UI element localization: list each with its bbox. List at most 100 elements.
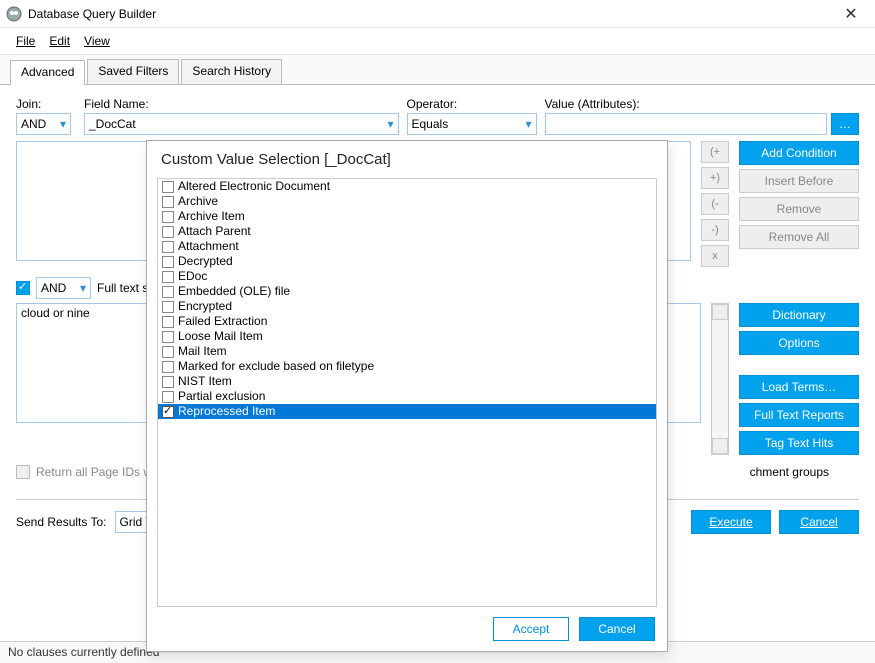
value-list-item-label: EDoc (178, 269, 207, 284)
dictionary-button[interactable]: Dictionary (739, 303, 859, 327)
paren-plus-close-button[interactable]: +) (701, 167, 729, 189)
remove-button[interactable]: Remove (739, 197, 859, 221)
fulltext-label: Full text s (97, 281, 148, 295)
load-terms-button[interactable]: Load Terms… (739, 375, 859, 399)
menu-edit[interactable]: Edit (43, 32, 76, 50)
scroll-up-icon[interactable] (712, 304, 728, 320)
value-input[interactable] (545, 113, 828, 135)
return-page-ids-label: Return all Page IDs wi (36, 465, 155, 479)
paren-buttons: (+ +) (- -) x (701, 141, 729, 267)
filter-row: Join: AND ▾ Field Name: _DocCat ▾ Operat… (16, 97, 859, 135)
value-list-item[interactable]: Archive (158, 194, 656, 209)
menu-view[interactable]: View (78, 32, 116, 50)
fulltext-reports-button[interactable]: Full Text Reports (739, 403, 859, 427)
insert-before-button[interactable]: Insert Before (739, 169, 859, 193)
and-select[interactable]: AND ▾ (36, 277, 91, 299)
value-list-item[interactable]: EDoc (158, 269, 656, 284)
accept-button[interactable]: Accept (493, 617, 569, 641)
checkbox-icon[interactable] (162, 406, 174, 418)
chevron-down-icon: ▾ (60, 117, 66, 131)
and-select-value: AND (41, 281, 66, 295)
checkbox-icon[interactable] (162, 391, 174, 403)
paren-open-minus-button[interactable]: (- (701, 193, 729, 215)
remove-all-button[interactable]: Remove All (739, 225, 859, 249)
close-button[interactable]: ✕ (833, 4, 869, 24)
value-list[interactable]: Altered Electronic DocumentArchiveArchiv… (157, 178, 657, 607)
title-bar: Database Query Builder ✕ (0, 0, 875, 28)
value-list-item[interactable]: Embedded (OLE) file (158, 284, 656, 299)
value-list-item-label: Mail Item (178, 344, 227, 359)
window-title: Database Query Builder (28, 7, 833, 21)
checkbox-icon[interactable] (162, 331, 174, 343)
tab-search-history[interactable]: Search History (181, 59, 282, 84)
value-list-item-label: Reprocessed Item (178, 404, 275, 419)
value-list-item[interactable]: Altered Electronic Document (158, 179, 656, 194)
value-list-item-label: Attach Parent (178, 224, 251, 239)
value-list-item[interactable]: Archive Item (158, 209, 656, 224)
checkbox-icon[interactable] (162, 346, 174, 358)
menu-file[interactable]: File (10, 32, 41, 50)
cancel-button[interactable]: Cancel (779, 510, 859, 534)
value-list-item-label: Attachment (178, 239, 239, 254)
value-list-item-label: Marked for exclude based on filetype (178, 359, 374, 374)
checkbox-icon[interactable] (162, 226, 174, 238)
dialog-cancel-button[interactable]: Cancel (579, 617, 655, 641)
value-list-item[interactable]: Decrypted (158, 254, 656, 269)
value-browse-button[interactable]: … (831, 113, 859, 135)
checkbox-icon[interactable] (162, 301, 174, 313)
value-list-item[interactable]: Encrypted (158, 299, 656, 314)
value-list-item-label: NIST Item (178, 374, 232, 389)
tab-advanced-label: Advanced (21, 65, 74, 79)
checkbox-icon[interactable] (162, 271, 174, 283)
tab-history-label: Search History (192, 64, 271, 78)
value-list-item-label: Altered Electronic Document (178, 179, 330, 194)
scroll-down-icon[interactable] (712, 438, 728, 454)
operator-label: Operator: (407, 97, 537, 111)
remove-paren-button[interactable]: x (701, 245, 729, 267)
options-button[interactable]: Options (739, 331, 859, 355)
custom-value-dialog: Custom Value Selection [_DocCat] Altered… (146, 140, 668, 652)
join-value: AND (21, 117, 46, 131)
value-list-item-label: Embedded (OLE) file (178, 284, 290, 299)
menu-file-label: File (16, 34, 35, 48)
paren-open-plus-button[interactable]: (+ (701, 141, 729, 163)
value-list-item[interactable]: Attach Parent (158, 224, 656, 239)
checkbox-icon[interactable] (162, 316, 174, 328)
menu-view-label: View (84, 34, 110, 48)
value-list-item[interactable]: Mail Item (158, 344, 656, 359)
value-list-item[interactable]: Partial exclusion (158, 389, 656, 404)
value-list-item[interactable]: Failed Extraction (158, 314, 656, 329)
join-select[interactable]: AND ▾ (16, 113, 71, 135)
operator-select[interactable]: Equals ▾ (407, 113, 537, 135)
checkbox-icon[interactable] (162, 286, 174, 298)
operator-value: Equals (412, 117, 449, 131)
checkbox-icon[interactable] (162, 196, 174, 208)
add-condition-button[interactable]: Add Condition (739, 141, 859, 165)
value-list-item-label: Partial exclusion (178, 389, 265, 404)
checkbox-icon[interactable] (162, 256, 174, 268)
checkbox-icon[interactable] (162, 376, 174, 388)
fulltext-scrollbar[interactable] (711, 303, 729, 455)
value-list-item[interactable]: Attachment (158, 239, 656, 254)
value-list-item[interactable]: Loose Mail Item (158, 329, 656, 344)
field-name-select[interactable]: _DocCat ▾ (84, 113, 399, 135)
checkbox-icon[interactable] (162, 361, 174, 373)
tab-saved-filters[interactable]: Saved Filters (87, 59, 179, 84)
tab-advanced[interactable]: Advanced (10, 60, 85, 85)
status-text: No clauses currently defined (8, 645, 159, 659)
checkbox-icon[interactable] (162, 211, 174, 223)
checkbox-icon[interactable] (162, 241, 174, 253)
paren-minus-close-button[interactable]: -) (701, 219, 729, 241)
and-checkbox[interactable] (16, 281, 30, 295)
value-list-item[interactable]: Reprocessed Item (158, 404, 656, 419)
join-label: Join: (16, 97, 76, 111)
tag-text-hits-button[interactable]: Tag Text Hits (739, 431, 859, 455)
chevron-down-icon: ▾ (387, 117, 393, 131)
checkbox-icon[interactable] (162, 181, 174, 193)
value-list-item[interactable]: Marked for exclude based on filetype (158, 359, 656, 374)
execute-button[interactable]: Execute (691, 510, 771, 534)
field-name-label: Field Name: (84, 97, 399, 111)
value-list-item[interactable]: NIST Item (158, 374, 656, 389)
return-page-ids-checkbox (16, 465, 30, 479)
attachment-groups-label: chment groups (750, 465, 829, 479)
